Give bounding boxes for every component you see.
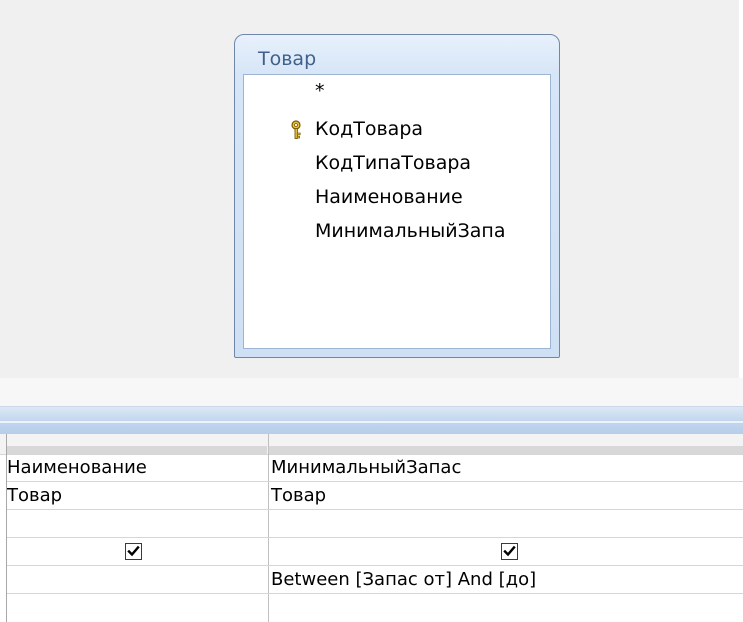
field-cell-col-2[interactable]: МинимальныйЗапас xyxy=(269,454,743,481)
field-label: * xyxy=(315,80,325,102)
table-cell-col-2[interactable]: Товар xyxy=(269,482,743,509)
grid-row-show xyxy=(7,538,743,566)
table-cell-col-1[interactable]: Товар xyxy=(7,482,267,509)
pane-splitter[interactable] xyxy=(0,406,743,434)
field-label: КодТовара xyxy=(315,118,424,140)
field-label: КодТипаТовара xyxy=(315,152,472,174)
grid-column-selectors xyxy=(0,434,743,455)
query-designer: Товар * КодТовара КодТипаТовара Наименов… xyxy=(0,0,743,622)
column-selector-2[interactable] xyxy=(269,446,743,454)
table-title[interactable]: Товар xyxy=(258,48,316,70)
show-checkbox-col-2[interactable] xyxy=(501,543,518,560)
grid-row-criteria: Between [Запас от] And [до] xyxy=(7,566,743,594)
sort-cell-col-1[interactable] xyxy=(7,510,267,537)
field-cell-col-1[interactable]: Наименование xyxy=(7,454,267,481)
grid-row-field: Наименование МинимальныйЗапас xyxy=(7,454,743,482)
query-design-grid[interactable]: Наименование МинимальныйЗапас Товар Това… xyxy=(0,434,743,622)
splitter-line xyxy=(0,421,743,423)
pane-gap xyxy=(0,378,743,406)
query-design-pane[interactable]: Товар * КодТовара КодТипаТовара Наименов… xyxy=(0,0,743,378)
column-selector-1[interactable] xyxy=(7,446,267,454)
key-icon xyxy=(289,120,304,140)
show-checkbox-col-1[interactable] xyxy=(125,543,142,560)
field-label: МинимальныйЗапа xyxy=(315,220,506,242)
field-list[interactable]: * КодТовара КодТипаТовара Наименование М… xyxy=(243,74,551,349)
criteria-cell-col-2[interactable]: Between [Запас от] And [до] xyxy=(269,566,743,593)
checkmark-icon xyxy=(127,545,140,557)
table-field-list-window[interactable]: Товар * КодТовара КодТипаТовара Наименов… xyxy=(234,34,560,358)
grid-row-table: Товар Товар xyxy=(7,482,743,510)
checkmark-icon xyxy=(503,545,516,557)
criteria-cell-col-1[interactable] xyxy=(7,566,267,593)
field-label: Наименование xyxy=(315,186,463,208)
sort-cell-col-2[interactable] xyxy=(269,510,743,537)
grid-row-sort xyxy=(7,510,743,538)
